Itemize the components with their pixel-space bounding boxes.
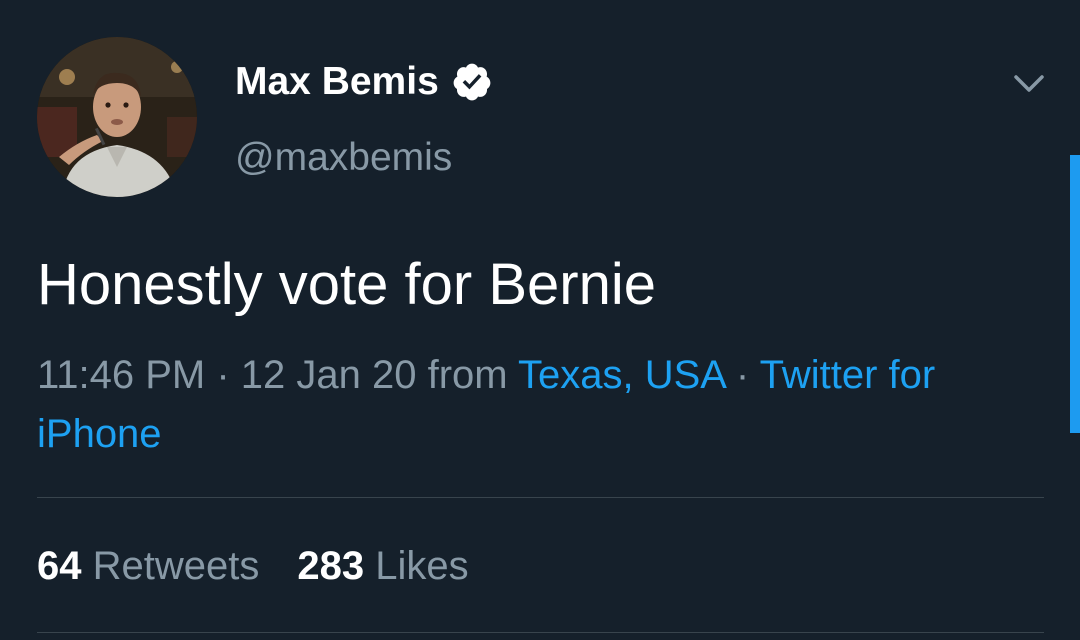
divider: [37, 632, 1044, 633]
divider: [37, 497, 1044, 498]
likes-stat[interactable]: 283 Likes: [297, 540, 468, 592]
avatar-photo: [37, 37, 197, 197]
author-handle[interactable]: @maxbemis: [235, 133, 452, 183]
chevron-down-icon[interactable]: [1010, 64, 1048, 102]
author-name-row[interactable]: Max Bemis: [235, 56, 493, 108]
tweet-time[interactable]: 11:46 PM: [37, 353, 205, 397]
meta-separator: ·: [724, 353, 760, 397]
tweet-text: Honestly vote for Bernie: [37, 252, 656, 317]
avatar[interactable]: [37, 37, 197, 197]
likes-count: 283: [297, 544, 365, 588]
retweets-stat[interactable]: 64 Retweets: [37, 540, 259, 592]
scroll-indicator: [1070, 155, 1080, 433]
retweets-label: Retweets: [92, 544, 260, 588]
likes-label: Likes: [375, 544, 469, 588]
tweet-date[interactable]: 12 Jan 20: [241, 353, 417, 397]
meta-separator: ·: [205, 353, 241, 397]
author-name[interactable]: Max Bemis: [235, 56, 439, 108]
tweet-metadata: 11:46 PM · 12 Jan 20 from Texas, USA · T…: [37, 346, 1047, 464]
tweet-detail-screen: Max Bemis @maxbemis Honestly vote for Be…: [0, 0, 1080, 640]
verified-badge-icon: [451, 61, 493, 103]
from-word: from: [416, 353, 519, 397]
tweet-stats: 64 Retweets 283 Likes: [37, 540, 469, 592]
retweets-count: 64: [37, 544, 82, 588]
location-link[interactable]: Texas, USA: [518, 353, 725, 397]
